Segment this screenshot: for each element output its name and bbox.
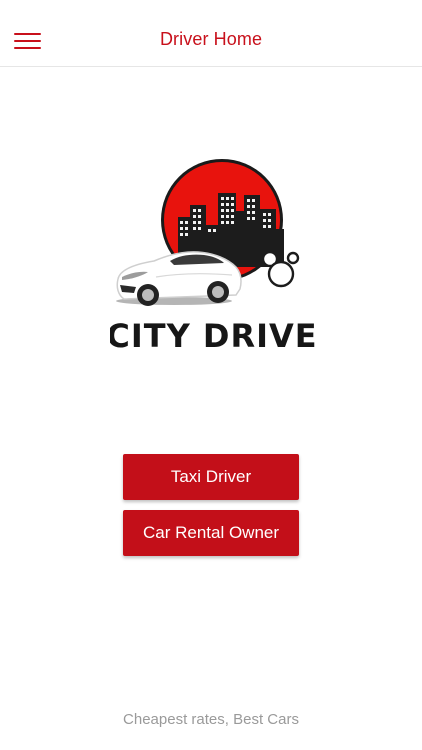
logo-wordmark: CITY DRIVE xyxy=(110,317,315,355)
navigation-bar: Driver Home xyxy=(0,0,422,67)
car-rental-owner-button[interactable]: Car Rental Owner xyxy=(123,510,299,556)
page-title: Driver Home xyxy=(159,29,263,49)
footer-tagline: Cheapest rates, Best Cars xyxy=(123,711,299,728)
city-drive-logo: CITY DRIVE xyxy=(110,155,315,360)
taxi-driver-button[interactable]: Taxi Driver xyxy=(123,454,299,500)
logo-graphic: CITY DRIVE xyxy=(110,159,315,355)
